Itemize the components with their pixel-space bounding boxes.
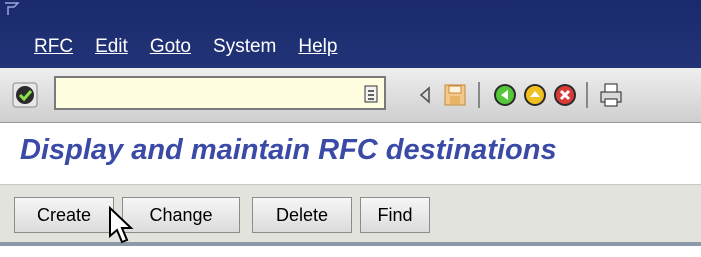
toolbar-separator <box>478 82 480 108</box>
cancel-icon[interactable] <box>552 82 578 108</box>
save-icon[interactable] <box>442 82 468 108</box>
menu-item-help[interactable]: Help <box>298 36 337 58</box>
back-arrow-icon[interactable] <box>412 82 438 108</box>
create-button[interactable]: Create <box>14 197 114 233</box>
menu-item-rfc[interactable]: RFC <box>34 36 73 58</box>
menu-item-edit[interactable]: Edit <box>95 36 128 58</box>
page-title: Display and maintain RFC destinations <box>20 134 557 166</box>
delete-button[interactable]: Delete <box>252 197 352 233</box>
mouse-cursor-icon <box>109 206 134 244</box>
find-button[interactable]: Find <box>360 197 430 233</box>
command-dropdown-icon[interactable] <box>364 85 378 103</box>
print-icon[interactable] <box>598 82 624 108</box>
application-toolbar: Create Change Delete Find <box>0 184 701 243</box>
back-icon[interactable] <box>492 82 518 108</box>
menu-item-system[interactable]: System <box>213 36 276 58</box>
menu-item-goto[interactable]: Goto <box>150 36 191 58</box>
system-menu-icon[interactable] <box>4 2 22 16</box>
menu-bar: RFC Edit Goto System Help <box>0 0 701 68</box>
enter-icon[interactable] <box>12 82 38 108</box>
exit-icon[interactable] <box>522 82 548 108</box>
menu: RFC Edit Goto System Help <box>34 36 359 58</box>
toolbar-separator <box>586 82 588 108</box>
standard-toolbar <box>0 68 701 123</box>
change-button[interactable]: Change <box>122 197 240 233</box>
divider <box>0 242 701 246</box>
command-field[interactable] <box>54 76 386 110</box>
